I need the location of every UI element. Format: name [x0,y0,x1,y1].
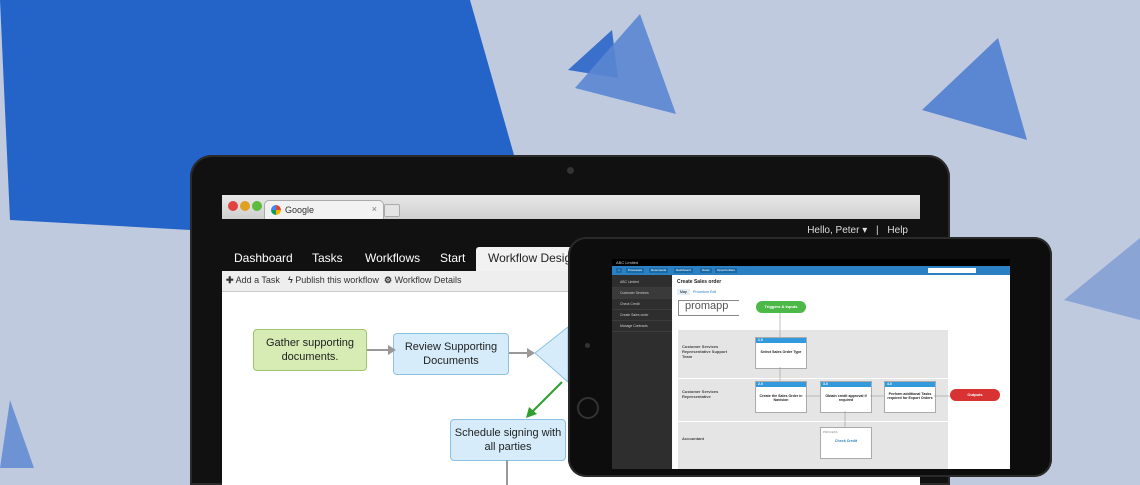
tablet-main: Create Sales order Map Procedure Edit pr… [673,275,1010,469]
help-link[interactable]: Help [887,225,908,236]
tab-close-icon[interactable]: × [372,204,377,214]
company-name: ABC Limited [616,260,639,265]
tablet-screen: ABC Limited ⌂ Processes Documents Dashbo… [612,259,1010,469]
workflow-details-button[interactable]: ⚙ Workflow Details [384,275,461,286]
chrome-favicon-icon [271,205,281,215]
greeting[interactable]: Hello, Peter ▾ [807,225,867,236]
nav-tasks[interactable]: Tasks [312,251,343,265]
sidebar-item-create-sales[interactable]: Create Sales order [612,310,672,321]
home-button[interactable] [577,397,599,419]
tablet-sidebar: ABC Limited Customer Services Check Cred… [612,275,672,469]
nav-news[interactable]: News [700,268,712,273]
new-tab-button[interactable] [384,204,400,217]
browser-titlebar: Google × [222,195,920,220]
sidebar-item-abc[interactable]: ABC Limited [612,277,672,288]
minimize-dot-icon[interactable] [240,201,250,211]
publish-label: Publish this workflow [295,275,379,285]
browser-tab[interactable]: Google × [264,200,384,220]
workflow-details-label: Workflow Details [394,275,462,285]
corner-triangle [0,400,34,468]
maximize-dot-icon[interactable] [252,201,262,211]
sidebar-item-manage-contracts[interactable]: Manage Contracts [612,321,672,332]
header-separator: | [876,225,879,236]
edge-triangle [1064,238,1140,320]
sidebar-item-check-credit[interactable]: Check Credit [612,299,672,310]
tablet-camera [585,343,590,348]
tablet-topbar: ABC Limited [612,259,1010,266]
sidebar-item-customer-services[interactable]: Customer Services [612,288,672,299]
nav-documents[interactable]: Documents [649,268,669,273]
tablet-nav: ⌂ Processes Documents Dashboard News Opp… [612,266,1010,275]
gear-icon: ⚙ [384,275,393,285]
add-task-button[interactable]: ✚ Add a Task [226,275,280,286]
tablet-connectors [779,313,950,427]
nav-dashboard[interactable]: Dashboard [234,251,293,265]
nav-dashboard-tablet[interactable]: Dashboard [674,268,693,273]
lightning-icon: ϟ [288,275,293,285]
nav-home-icon[interactable]: ⌂ [616,268,622,273]
nav-start[interactable]: Start [440,251,465,265]
nav-workflows[interactable]: Workflows [365,251,420,265]
close-dot-icon[interactable] [228,201,238,211]
nav-opportunities[interactable]: Opportunities [715,268,737,273]
tablet-frame: ABC Limited ⌂ Processes Documents Dashbo… [568,237,1052,477]
search-input[interactable] [928,268,976,273]
plus-icon: ✚ [226,275,234,285]
nav-processes[interactable]: Processes [626,268,645,273]
tab-title: Google [285,205,315,215]
right-triangle [922,38,1027,140]
user-menu[interactable]: Hello, Peter ▾ | Help [807,225,908,236]
publish-button[interactable]: ϟ Publish this workflow [288,275,379,285]
add-task-label: Add a Task [235,275,280,285]
laptop-camera [567,167,574,174]
